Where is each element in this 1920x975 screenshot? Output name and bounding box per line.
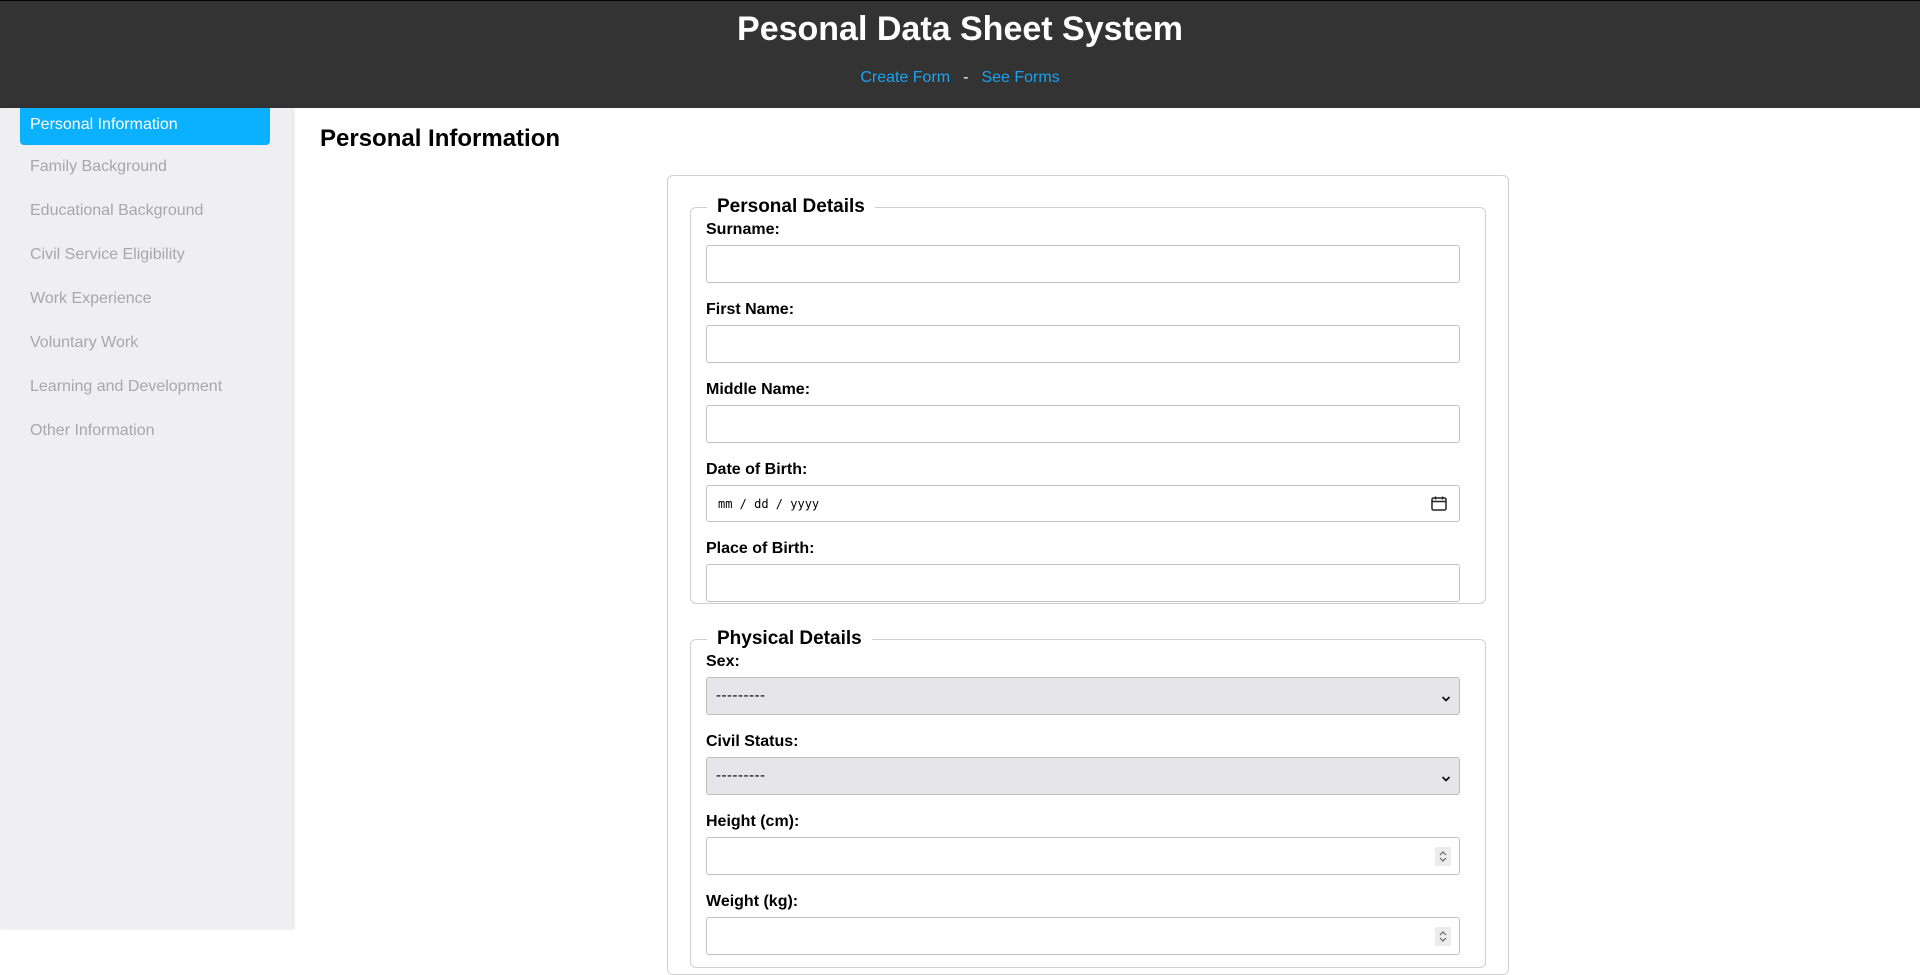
main-content: Personal Information Personal Details Su…	[293, 108, 1920, 975]
civil-status-label: Civil Status:	[706, 733, 799, 750]
surname-label: Surname:	[706, 221, 780, 238]
place-of-birth-label: Place of Birth:	[706, 540, 815, 557]
sidebar-item-educational-background[interactable]: Educational Background	[20, 189, 270, 233]
civil-status-select-value: ---------	[716, 767, 766, 784]
sidebar-item-family-background[interactable]: Family Background	[20, 145, 270, 189]
sidebar-item-other-information[interactable]: Other Information	[20, 409, 270, 453]
sidebar-item-personal-information[interactable]: Personal Information	[20, 108, 270, 145]
create-form-link[interactable]: Create Form	[860, 69, 950, 86]
sex-label: Sex:	[706, 653, 740, 670]
date-of-birth-label: Date of Birth:	[706, 461, 808, 478]
calendar-icon[interactable]	[1431, 496, 1447, 511]
civil-status-select[interactable]: ---------	[706, 757, 1460, 795]
sidebar: Personal Information Family Background E…	[0, 108, 292, 929]
date-of-birth-placeholder: mm / dd / yyyy	[718, 497, 820, 511]
weight-input[interactable]	[706, 917, 1460, 955]
height-label: Height (cm):	[706, 813, 800, 830]
app-header: Pesonal Data Sheet System Create Form - Se…	[0, 0, 1920, 108]
see-forms-link[interactable]: See Forms	[981, 69, 1059, 86]
date-of-birth-input[interactable]: mm / dd / yyyy	[706, 485, 1460, 522]
weight-label: Weight (kg):	[706, 893, 799, 910]
app-title: Pesonal Data Sheet System	[737, 10, 1183, 48]
header-nav: Create Form - See Forms	[0, 68, 1920, 88]
first-name-input[interactable]	[706, 325, 1460, 363]
place-of-birth-input[interactable]	[706, 564, 1460, 602]
sex-select[interactable]: ---------	[706, 677, 1460, 715]
physical-details-legend: Physical Details	[717, 628, 862, 649]
middle-name-label: Middle Name:	[706, 381, 811, 398]
chevron-down-icon	[1441, 771, 1451, 782]
spin-buttons-icon[interactable]	[1435, 847, 1451, 866]
form-card: Personal Details Surname: First Name: Mi…	[667, 175, 1509, 975]
personal-details-legend: Personal Details	[717, 196, 865, 217]
sidebar-item-work-experience[interactable]: Work Experience	[20, 277, 270, 321]
sidebar-item-learning-and-development[interactable]: Learning and Development	[20, 365, 270, 409]
chevron-down-icon	[1441, 691, 1451, 702]
sidebar-item-civil-service-eligibility[interactable]: Civil Service Eligibility	[20, 233, 270, 277]
middle-name-input[interactable]	[706, 405, 1460, 443]
physical-details-fieldset: Physical Details Sex: --------- Civil St…	[690, 628, 1486, 968]
personal-details-fieldset: Personal Details Surname: First Name: Mi…	[690, 196, 1486, 604]
nav-separator: -	[963, 69, 969, 86]
surname-input[interactable]	[706, 245, 1460, 283]
spin-buttons-icon[interactable]	[1435, 927, 1451, 946]
height-input[interactable]	[706, 837, 1460, 875]
first-name-label: First Name:	[706, 301, 795, 318]
sidebar-item-voluntary-work[interactable]: Voluntary Work	[20, 321, 270, 365]
sex-select-value: ---------	[716, 687, 766, 704]
sidebar-nav: Personal Information Family Background E…	[0, 108, 292, 453]
page-title: Personal Information	[320, 125, 561, 152]
